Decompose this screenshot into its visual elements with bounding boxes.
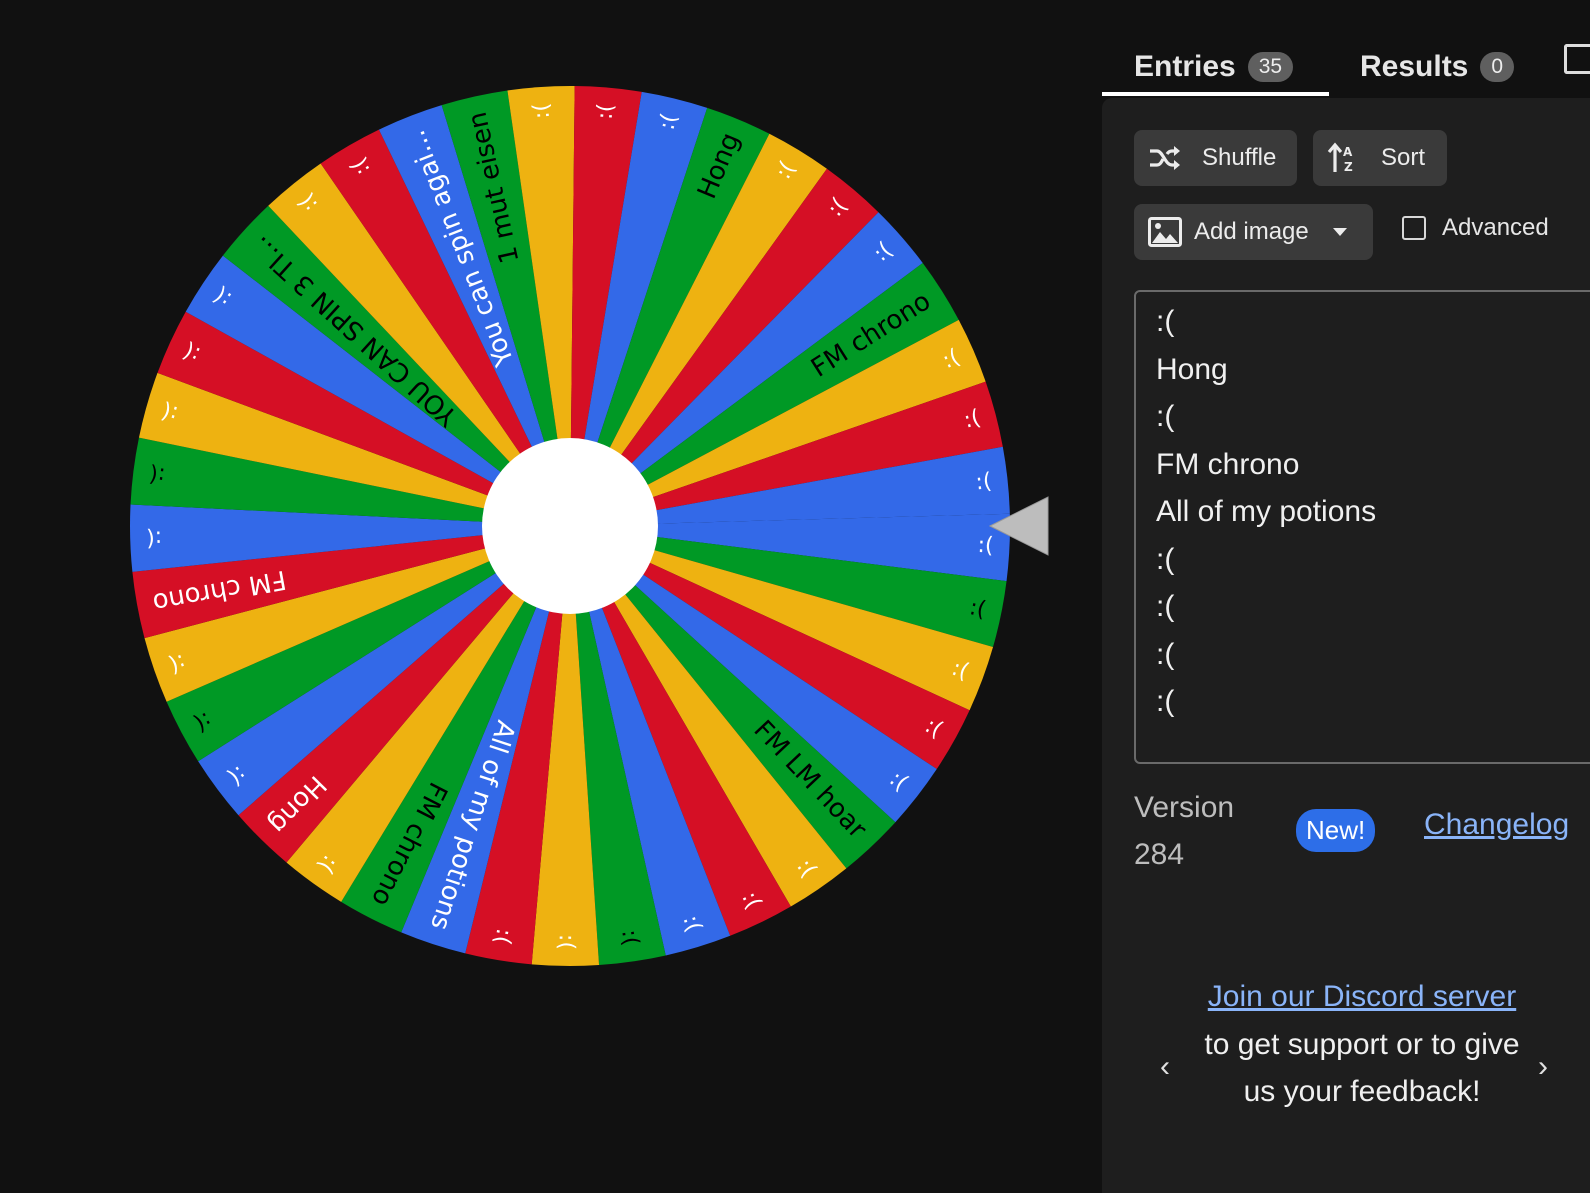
advanced-checkbox[interactable] [1402, 216, 1426, 240]
wheel-segment-label: :( [593, 102, 619, 120]
svg-text:Z: Z [1344, 160, 1353, 174]
sort-icon: A Z [1327, 142, 1361, 174]
promo-next-button[interactable]: › [1538, 1050, 1548, 1084]
advanced-label: Advanced [1442, 214, 1549, 241]
add-image-button[interactable]: Add image [1134, 204, 1373, 260]
active-tab-indicator [1102, 92, 1329, 96]
promo-prev-button[interactable]: ‹ [1160, 1050, 1170, 1084]
entry-line: FM chrono [1156, 447, 1300, 481]
version-info: Version 284 [1134, 784, 1234, 878]
results-count-badge: 0 [1480, 52, 1515, 82]
wheel-center[interactable] [482, 438, 658, 614]
advanced-toggle[interactable]: Advanced [1402, 214, 1549, 242]
entry-line: :( [1156, 400, 1175, 433]
entry-line: :( [1156, 685, 1175, 718]
svg-text:A: A [1343, 145, 1353, 159]
add-image-label: Add image [1194, 218, 1309, 245]
entry-line: :( [1156, 590, 1175, 623]
discord-promo: Join our Discord server to get support o… [1202, 973, 1522, 1116]
spin-wheel[interactable]: :(:(:(:(:(FM LM hoar:(:(:(:(:(:(All of m… [0, 0, 1100, 1193]
tab-entries[interactable]: Entries 35 [1134, 36, 1294, 98]
entries-panel: Shuffle A Z Sort Add image Advanced:(H… [1102, 98, 1590, 1193]
caret-down-icon [1332, 228, 1347, 236]
side-panel: Entries 35 Results 0 Shuffle A Z Sort Ad… [1102, 0, 1590, 1193]
entries-textarea[interactable]: :( Hong :( FM chrono All of my potions :( :( :(… [1134, 290, 1590, 764]
wheel-segment-label: :( [529, 102, 555, 120]
shuffle-button[interactable]: Shuffle [1134, 130, 1297, 186]
tab-results[interactable]: Results 0 [1360, 36, 1515, 98]
hide-panel-checkbox[interactable] [1564, 44, 1590, 74]
wheel-segment-label: :( [554, 934, 579, 950]
entries-count-badge: 35 [1247, 52, 1294, 82]
image-icon [1148, 217, 1182, 247]
entry-line: :( [1156, 305, 1175, 338]
tab-results-label: Results [1360, 50, 1469, 83]
sort-button[interactable]: A Z Sort [1313, 130, 1447, 186]
entry-line: :( [1156, 637, 1175, 671]
tab-entries-label: Entries [1134, 50, 1236, 83]
entry-line: All of my potions [1156, 495, 1377, 528]
promo-text: to get support or to give us your feedba… [1204, 1027, 1520, 1109]
wheel-segment-label: :( [974, 469, 993, 496]
wheel-segment-label: :( [146, 525, 163, 550]
wheel-area: :(:(:(:(:(FM LM hoar:(:(:(:(:(:(All of m… [0, 0, 1100, 1193]
entry-line: Hong [1156, 352, 1228, 386]
wheel-segment-label: :( [977, 533, 994, 559]
version-label: Version [1134, 791, 1235, 824]
tab-bar: Entries 35 Results 0 [1102, 0, 1590, 100]
discord-link[interactable]: Join our Discord server [1208, 980, 1516, 1013]
sort-label: Sort [1381, 144, 1426, 171]
version-number: 284 [1134, 838, 1185, 871]
wheel-segment-label: :( [148, 461, 167, 488]
shuffle-icon [1148, 143, 1182, 173]
changelog-link[interactable]: Changelog [1424, 808, 1569, 842]
new-badge: New! [1296, 809, 1376, 852]
entry-line: :( [1156, 542, 1175, 576]
shuffle-label: Shuffle [1202, 144, 1277, 171]
